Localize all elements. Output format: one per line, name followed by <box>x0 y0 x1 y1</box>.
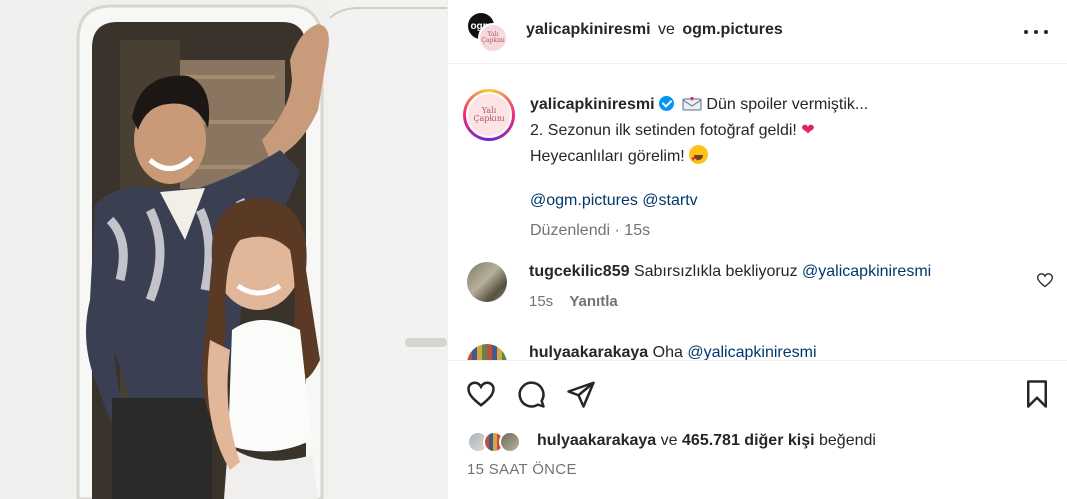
caption-username[interactable]: yalicapkiniresmi <box>530 96 655 113</box>
caption-avatar[interactable]: Yalı Çapkını <box>463 89 515 141</box>
collab-names: yalicapkiniresmi ve ogm.pictures <box>526 21 783 39</box>
post-timestamp[interactable]: 15 SAAT ÖNCE <box>467 461 577 478</box>
likes-conjunction: ve <box>660 432 678 449</box>
commenter-avatar[interactable] <box>467 262 507 302</box>
comment-username[interactable]: hulyaakarakaya <box>529 344 648 360</box>
bookmark-icon[interactable] <box>1022 379 1052 409</box>
more-icon <box>1024 30 1028 34</box>
meta-separator: · <box>614 222 620 239</box>
like-icon[interactable] <box>466 379 496 409</box>
likes-summary: hulyaakarakaya ve 465.781 diğer kişi beğ… <box>537 432 876 450</box>
heart-eyes-emoji <box>689 145 709 173</box>
comment-text: Sabırsızlıkla bekliyoruz <box>633 263 798 280</box>
mention-startv[interactable]: @startv <box>642 192 697 209</box>
header-conjunction: ve <box>657 21 675 38</box>
edited-label: Düzenlendi <box>530 222 611 239</box>
photo-illustration <box>0 0 447 499</box>
divider <box>447 360 1067 361</box>
caption-line-2: 2. Sezonun ilk setinden fotoğraf geldi! <box>530 122 797 139</box>
post-photo[interactable] <box>0 0 447 499</box>
heart-emoji: ❤ <box>801 122 815 139</box>
more-icon-dot <box>1044 30 1048 34</box>
liker-username[interactable]: hulyaakarakaya <box>537 432 656 449</box>
liker-avatar <box>499 431 521 453</box>
header-username-secondary[interactable]: ogm.pictures <box>682 21 782 38</box>
post-header: ogm Yalı Çapkını yalicapkiniresmi ve ogm… <box>448 0 1067 64</box>
comment-meta: 15s Yanıtla <box>529 293 618 310</box>
comment: tugcekilic859 Sabırsızlıkla bekliyoruz @… <box>529 262 1029 282</box>
comment-icon[interactable] <box>516 379 546 409</box>
caption-line-3: Heyecanlıları görelim! <box>530 148 685 165</box>
likers-avatars[interactable] <box>467 431 531 455</box>
likes-suffix: beğendi <box>819 432 876 449</box>
caption: yalicapkiniresmi Dün spoiler vermiştik..… <box>530 92 1050 244</box>
comment-clipped-area: hulyaakarakaya Oha @yalicapkiniresmi <box>447 330 1067 360</box>
comment-mention[interactable]: @yalicapkiniresmi <box>802 263 931 280</box>
more-options-button[interactable] <box>1024 22 1048 42</box>
header-username-primary[interactable]: yalicapkiniresmi <box>526 21 651 38</box>
more-icon-dot <box>1034 30 1038 34</box>
collab-avatars[interactable]: ogm Yalı Çapkını <box>466 11 510 53</box>
instagram-post: ogm Yalı Çapkını yalicapkiniresmi ve ogm… <box>0 0 1067 499</box>
comment-username[interactable]: tugcekilic859 <box>529 263 630 280</box>
comment: hulyaakarakaya Oha @yalicapkiniresmi <box>529 344 817 360</box>
small-heart-icon[interactable] <box>1037 273 1053 288</box>
post-details-panel: ogm Yalı Çapkını yalicapkiniresmi ve ogm… <box>447 0 1067 499</box>
caption-avatar-logo: Yalı Çapkını <box>466 92 512 138</box>
comment-text: Oha <box>652 344 683 360</box>
edited-time[interactable]: 15s <box>624 222 650 239</box>
likes-count[interactable]: 465.781 diğer kişi <box>682 432 815 449</box>
mention-ogm-pictures[interactable]: @ogm.pictures <box>530 192 638 209</box>
share-icon[interactable] <box>566 379 596 409</box>
avatar-yalicapkini[interactable]: Yalı Çapkını <box>478 23 508 53</box>
comment-time[interactable]: 15s <box>529 293 553 310</box>
caption-line-1: Dün spoiler vermiştik... <box>706 96 869 113</box>
verified-icon <box>658 96 674 111</box>
commenter-avatar[interactable] <box>467 344 507 360</box>
comment-mention[interactable]: @yalicapkiniresmi <box>687 344 816 360</box>
reply-button[interactable]: Yanıtla <box>569 293 617 310</box>
envelope-icon <box>682 97 702 111</box>
